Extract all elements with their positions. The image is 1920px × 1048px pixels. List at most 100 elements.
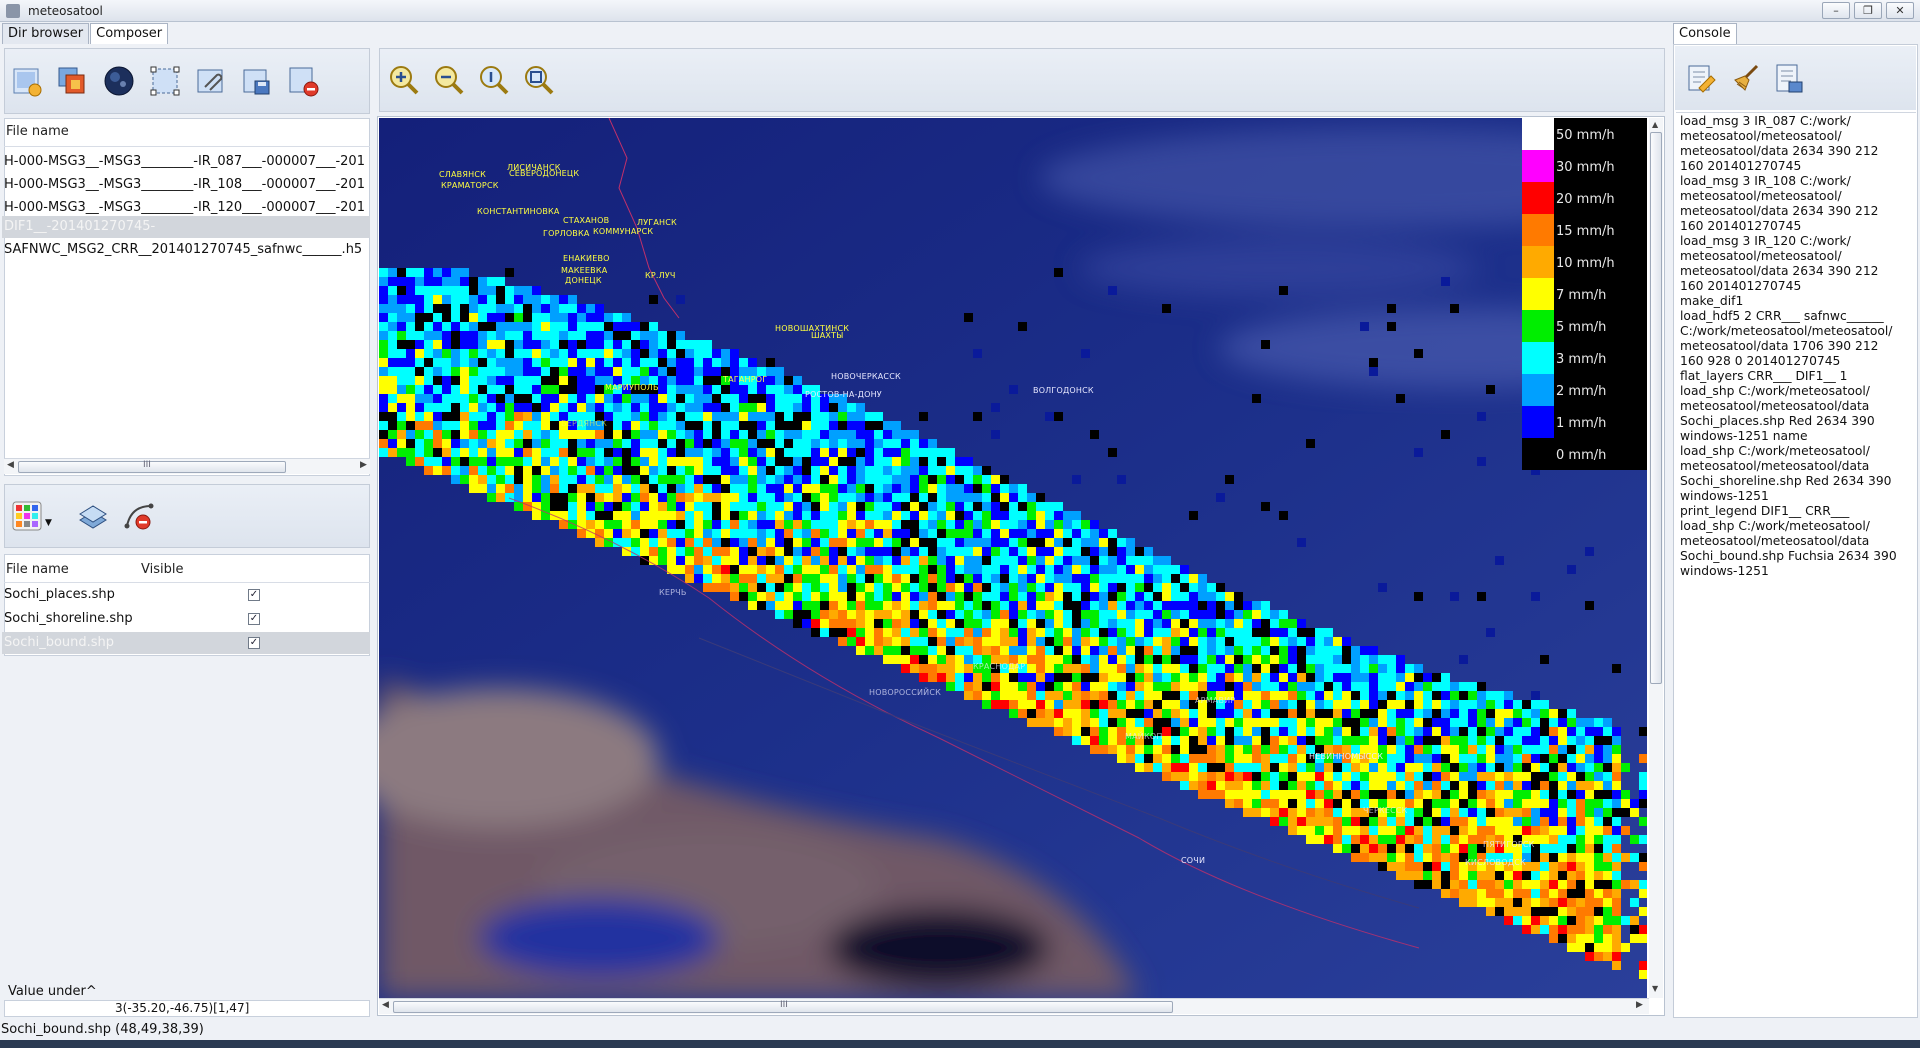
console-line: meteosatool/meteosatool/data: [1680, 534, 1870, 548]
file-row[interactable]: H-000-MSG3__-MSG3________-IR_108___-0000…: [4, 174, 370, 196]
city-label: КР.ЛУЧ: [645, 271, 676, 280]
console-line: 160 928 0 201401270745: [1680, 354, 1841, 368]
layers-copy-icon[interactable]: [57, 65, 89, 97]
window-titlebar: meteosatool – ❐ ✕: [0, 0, 1920, 22]
city-label: КРАСНОДАР: [973, 662, 1026, 671]
city-label: АРМАВИР: [1195, 696, 1236, 705]
scroll-grip: III: [780, 1000, 788, 1010]
legend-entry: 20 mm/h: [1522, 182, 1647, 214]
scroll-left-arrow[interactable]: ◀: [382, 1000, 389, 1010]
city-label: МАРИУПОЛЬ: [605, 383, 659, 392]
broom-icon[interactable]: [1729, 62, 1761, 94]
city-label: ЛУГАНСК: [637, 218, 677, 227]
palette-icon[interactable]: [11, 500, 43, 532]
visible-checkbox[interactable]: ✓: [248, 613, 260, 625]
maximize-button[interactable]: ❐: [1854, 2, 1882, 19]
scroll-thumb[interactable]: III: [393, 1000, 1173, 1013]
legend-swatch: [1522, 214, 1554, 246]
city-label: СОЧИ: [1181, 856, 1206, 865]
console-line: meteosatool/meteosatool/data: [1680, 399, 1870, 413]
file-row[interactable]: H-000-MSG3__-MSG3________-IR_087___-0000…: [4, 151, 370, 173]
city-label: ГОРЛОВКА: [543, 229, 590, 238]
zoom-out-icon[interactable]: [433, 64, 465, 96]
attach-icon[interactable]: [195, 65, 227, 97]
city-label: СЛАВЯНСК: [439, 170, 487, 179]
tab-composer[interactable]: Composer: [90, 23, 169, 45]
image-toolbar: [4, 48, 370, 114]
city-label: ДОНЕЦК: [565, 276, 602, 285]
console-line: Sochi_places.shp Red 2634 390: [1680, 414, 1875, 428]
city-label: ЧЕРКЕССК: [1363, 806, 1408, 815]
zoom-in-icon[interactable]: [388, 64, 420, 96]
console-line: meteosatool/data 2634 390 212: [1680, 264, 1879, 278]
scroll-thumb[interactable]: [1650, 132, 1662, 684]
city-label: ТАГАНРОГ: [723, 375, 768, 384]
visible-checkbox[interactable]: ✓: [248, 637, 260, 649]
scroll-down-arrow[interactable]: ▼: [1652, 984, 1658, 993]
satellite-map-canvas[interactable]: СЛАВЯНСК КРАМАТОРСК ЛИСИЧАНСК СЕВЕРОДОНЕ…: [379, 118, 1647, 998]
tab-console[interactable]: Console: [1673, 23, 1737, 45]
file-list-header: File name: [6, 124, 69, 139]
console-toolbar: [1675, 46, 1916, 110]
remove-curve-icon[interactable]: [123, 500, 155, 532]
layer-toolbar: ▼: [4, 484, 370, 548]
legend-swatch: [1522, 182, 1554, 214]
file-row[interactable]: SAFNWC_MSG2_CRR__201401270745_safnwc____…: [4, 239, 370, 261]
visible-checkbox[interactable]: ✓: [248, 589, 260, 601]
layer-row[interactable]: Sochi_places.shp ✓: [4, 584, 370, 606]
city-label: КОММУНАРСК: [593, 227, 654, 236]
scroll-right-arrow[interactable]: ▶: [360, 460, 367, 470]
layer-row[interactable]: Sochi_shoreline.shp ✓: [4, 608, 370, 630]
new-image-icon[interactable]: [11, 65, 43, 97]
zoom-fit-icon[interactable]: [523, 64, 555, 96]
file-list-hscrollbar[interactable]: ◀ III ▶: [4, 458, 370, 474]
tab-dir-browser[interactable]: Dir browser: [2, 23, 90, 45]
zoom-toolbar: [379, 48, 1665, 112]
delete-image-icon[interactable]: [287, 65, 319, 97]
legend-label: 15 mm/h: [1556, 224, 1615, 239]
scroll-right-arrow[interactable]: ▶: [1636, 1000, 1643, 1010]
map-hscrollbar[interactable]: ◀ III ▶: [379, 998, 1649, 1014]
city-label: ВОЛГОДОНСК: [1033, 386, 1094, 395]
console-line: 160 201401270745: [1680, 219, 1802, 233]
map-vscrollbar[interactable]: ▲ ▼: [1649, 118, 1663, 998]
console-line: print_legend DIF1__ CRR___: [1680, 504, 1850, 518]
legend-entry: 0 mm/h: [1522, 438, 1647, 470]
console-line: load_msg 3 IR_120 C:/work/: [1680, 234, 1851, 248]
run-script-icon[interactable]: [1685, 62, 1717, 94]
layer-row-selected[interactable]: Sochi_bound.shp ✓: [2, 632, 370, 654]
city-label: КЕРЧЬ: [659, 588, 687, 597]
crop-selection-icon[interactable]: [149, 65, 181, 97]
legend-label: 0 mm/h: [1556, 448, 1607, 463]
script-doc-icon[interactable]: [1773, 62, 1805, 94]
layer-name: Sochi_shoreline.shp: [4, 611, 133, 626]
legend-swatch: [1522, 406, 1554, 438]
legend-label: 3 mm/h: [1556, 352, 1607, 367]
city-label: ШАХТЫ: [811, 331, 844, 340]
dropdown-arrow-icon[interactable]: ▼: [45, 518, 57, 528]
minimize-button[interactable]: –: [1822, 2, 1850, 19]
file-row-selected[interactable]: DIF1__-201401270745-: [2, 216, 370, 238]
console-line: load_shp C:/work/meteosatool/: [1680, 519, 1870, 533]
save-image-icon[interactable]: [241, 65, 273, 97]
scroll-thumb[interactable]: III: [18, 460, 286, 473]
legend-swatch: [1522, 150, 1554, 182]
city-label: НЕВИННОМЫССК: [1309, 752, 1384, 761]
legend-entry: 3 mm/h: [1522, 342, 1647, 374]
console-line: windows-1251: [1680, 564, 1769, 578]
window-title: meteosatool: [28, 3, 103, 18]
console-line: C:/work/meteosatool/meteosatool/: [1680, 324, 1893, 338]
globe-icon[interactable]: [103, 65, 135, 97]
zoom-reset-icon[interactable]: [478, 64, 510, 96]
satellite-map-image: [379, 118, 1647, 998]
city-label: КИСЛОВОДСК: [1465, 858, 1526, 867]
city-label: РОСТОВ-НА-ДОНУ: [805, 390, 882, 399]
console-line: make_dif1: [1680, 294, 1744, 308]
scroll-left-arrow[interactable]: ◀: [7, 460, 14, 470]
value-under-readout: 3(-35.20,-46.75)[1,47]: [4, 1000, 370, 1017]
console-line: meteosatool/meteosatool/: [1680, 249, 1842, 263]
close-button[interactable]: ✕: [1886, 2, 1914, 19]
scroll-up-arrow[interactable]: ▲: [1652, 120, 1658, 129]
layers-stack-icon[interactable]: [77, 500, 109, 532]
legend-entry: 5 mm/h: [1522, 310, 1647, 342]
